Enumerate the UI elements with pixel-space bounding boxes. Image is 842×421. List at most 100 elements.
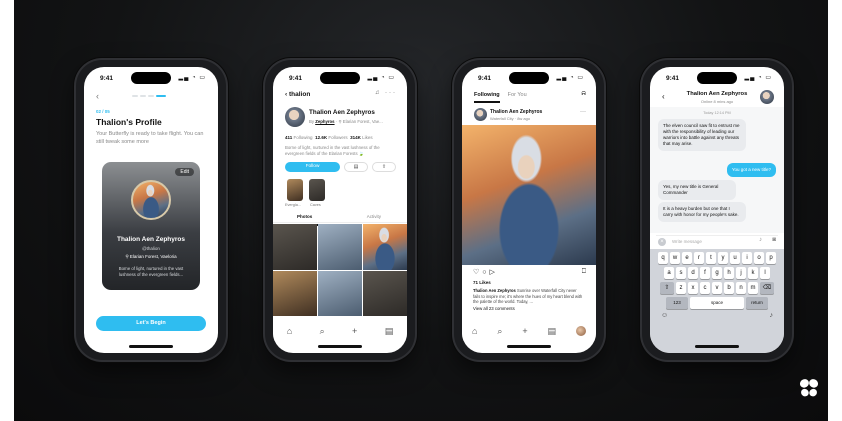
phone-profile-onboarding: 9:41 ▂▄ ◔ ▭ ‹ 02 / 05 Thalion's Profile … (76, 60, 226, 360)
emoji-icon[interactable]: ☺ (661, 312, 668, 319)
numbers-key[interactable]: 123 (666, 297, 688, 309)
card-bio: Borne of light, nurtured in the vast lus… (118, 266, 184, 277)
key[interactable]: g (712, 267, 722, 279)
share-icon[interactable]: ▷ (490, 269, 498, 276)
profile-meta: By Zephyros · ⚲ Elarian Forest, Vae... (309, 119, 383, 124)
key[interactable]: q (658, 252, 668, 264)
status-time: 9:41 (100, 75, 114, 82)
follow-button[interactable]: Follow (285, 162, 340, 172)
tab-for-you[interactable]: For You (508, 92, 527, 98)
profile-avatar-icon[interactable] (575, 326, 586, 336)
post-author[interactable]: Thalion Aen Zephyros (490, 109, 542, 115)
dynamic-island (320, 72, 360, 84)
key[interactable]: b (724, 282, 734, 294)
key[interactable]: n (736, 282, 746, 294)
feed-tabs: Following For You (474, 92, 527, 98)
screen: 9:41 ▂▄ ◔ ▭ ‹ thalion ♫ ··· Thalion Aen … (273, 67, 407, 353)
view-comments-link[interactable]: View all 23 comments (473, 306, 515, 311)
key[interactable]: t (706, 252, 716, 264)
key[interactable]: u (730, 252, 740, 264)
edit-button[interactable]: Edit (175, 168, 194, 176)
location-pin-icon: ⚲ (338, 119, 342, 124)
keyboard-bottom: ☺ ♪ (653, 312, 781, 319)
bottom-tab-bar: ⌂ ⌕ + ▤ (462, 321, 596, 341)
message-icon: ▤ (353, 164, 359, 170)
key[interactable]: v (712, 282, 722, 294)
key[interactable]: e (682, 252, 692, 264)
key[interactable]: h (724, 267, 734, 279)
key[interactable]: f (700, 267, 710, 279)
key[interactable]: a (664, 267, 674, 279)
more-icon[interactable]: ··· (385, 90, 397, 96)
lets-begin-button[interactable]: Let's Begin (96, 316, 206, 331)
key[interactable]: w (670, 252, 680, 264)
key[interactable]: m (748, 282, 758, 294)
key[interactable]: c (700, 282, 710, 294)
bookmark-icon[interactable]: ⎕ (582, 268, 586, 276)
card-name: Thalion Aen Zephyros (116, 236, 185, 243)
grid-photo[interactable] (363, 224, 407, 270)
key[interactable]: d (688, 267, 698, 279)
key[interactable]: l (760, 267, 770, 279)
key[interactable]: r (694, 252, 704, 264)
more-icon[interactable]: ··· (580, 109, 586, 115)
key[interactable]: s (676, 267, 686, 279)
inbox-icon[interactable]: ▤ (385, 326, 394, 337)
add-attachment-icon[interactable]: × (658, 238, 666, 246)
profile-header: ‹ thalion (285, 91, 310, 98)
progress-dots (132, 95, 166, 97)
inbox-icon[interactable]: ▤ (548, 326, 557, 337)
message-button[interactable]: ▤ (344, 162, 368, 172)
grid-photo[interactable] (273, 224, 317, 270)
card-handle: @thalion (142, 246, 160, 251)
key[interactable]: x (688, 282, 698, 294)
key[interactable]: k (748, 267, 758, 279)
key[interactable]: p (766, 252, 776, 264)
grid-photo[interactable] (318, 224, 362, 270)
creator-link[interactable]: Zephyros (315, 119, 334, 124)
microphone-icon[interactable]: ♪ (759, 237, 762, 243)
comment-icon[interactable]: ○ (482, 269, 489, 276)
search-icon[interactable]: ⌕ (320, 326, 325, 337)
status-bar: 9:41 ▂▄ ◔ ▭ (84, 67, 218, 89)
grid-photo[interactable] (363, 270, 407, 316)
avatar[interactable] (760, 90, 774, 104)
add-icon[interactable]: + (522, 326, 527, 336)
dictation-icon[interactable]: ♪ (770, 312, 774, 319)
add-icon[interactable]: + (352, 326, 357, 336)
page-subtitle: Your Butterfly is ready to take flight. … (96, 131, 204, 145)
key[interactable]: o (754, 252, 764, 264)
grid-photo[interactable] (318, 270, 362, 316)
profile-tabs: Photos Activity (273, 211, 407, 226)
key[interactable]: y (718, 252, 728, 264)
backspace-key-icon[interactable]: ⌫ (760, 282, 774, 294)
space-key[interactable]: space (690, 297, 744, 309)
camera-icon[interactable]: ◙ (772, 237, 776, 243)
tab-following[interactable]: Following (474, 92, 500, 98)
heart-icon[interactable]: ♡ (473, 269, 482, 276)
post-image[interactable] (462, 125, 596, 265)
home-icon[interactable]: ⌂ (287, 326, 292, 336)
tab-activity[interactable]: Activity (367, 214, 381, 219)
bell-icon[interactable]: ♫ (375, 90, 382, 96)
notification-icon[interactable]: ⍾ (581, 90, 586, 98)
profile-bio: Borne of light, nurtured in the vast lus… (285, 145, 380, 156)
message-input[interactable]: Write message (672, 239, 702, 244)
share-button[interactable]: ⇪ (372, 162, 396, 172)
shift-key-icon[interactable]: ⇧ (660, 282, 674, 294)
home-icon[interactable]: ⌂ (472, 326, 477, 336)
profile-card: Edit Thalion Aen Zephyros @thalion ⚲ Ela… (102, 162, 200, 290)
search-icon[interactable]: ⌕ (497, 326, 502, 337)
tab-photos[interactable]: Photos (284, 214, 325, 226)
highlight-evergla[interactable] (287, 179, 303, 201)
keyboard-row-4: 123 space return (653, 297, 781, 309)
grid-photo[interactable] (273, 270, 317, 316)
key[interactable]: z (676, 282, 686, 294)
key[interactable]: i (742, 252, 752, 264)
like-count: 71 Likes (473, 280, 491, 285)
back-arrow-icon[interactable]: ‹ (96, 91, 99, 101)
highlight-caves[interactable] (309, 179, 325, 201)
key[interactable]: j (736, 267, 746, 279)
return-key[interactable]: return (746, 297, 768, 309)
home-indicator (695, 345, 739, 348)
